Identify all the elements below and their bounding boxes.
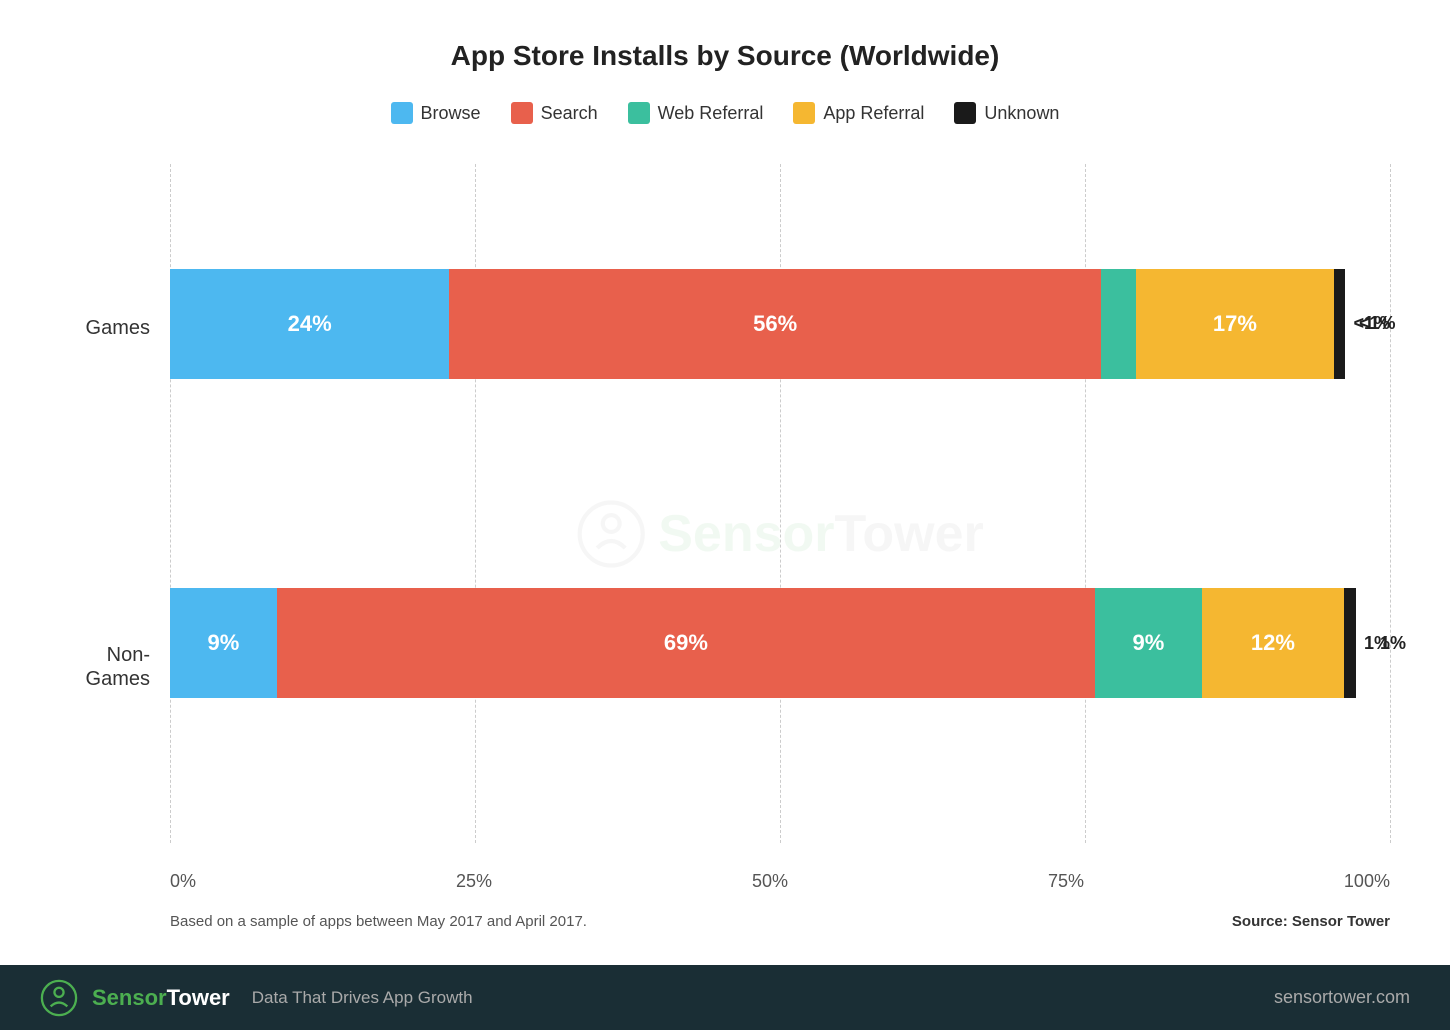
footer-brand-sensor: Sensor	[92, 985, 167, 1010]
bar-segment-app-referral: 17%	[1136, 269, 1334, 379]
bar-segment-web-referral	[1101, 269, 1136, 379]
legend-color	[954, 102, 976, 124]
legend-item-web-referral: Web Referral	[628, 102, 764, 124]
bars-rows: 24%56%17%<1%<1%9%69%9%12%1%1%	[170, 164, 1390, 863]
footnote-area: Based on a sample of apps between May 20…	[170, 903, 1390, 945]
bar-segment-web-referral: 9%	[1095, 588, 1202, 698]
legend-item-browse: Browse	[391, 102, 481, 124]
outside-label-0: <1%	[1359, 313, 1396, 334]
footer-brand-tower: Tower	[167, 985, 230, 1010]
x-tick-100: 100%	[1344, 871, 1390, 892]
chart-area: GamesNon-Games SensorTower	[60, 164, 1390, 903]
source: Source: Sensor Tower	[1232, 913, 1390, 930]
legend-item-unknown: Unknown	[954, 102, 1059, 124]
legend-color	[793, 102, 815, 124]
legend-item-search: Search	[511, 102, 598, 124]
bar-segment-browse: 9%	[170, 588, 277, 698]
chart-inner: GamesNon-Games SensorTower	[60, 164, 1390, 903]
bar-segment-search: 69%	[277, 588, 1095, 698]
legend-label: Unknown	[984, 103, 1059, 124]
chart-title: App Store Installs by Source (Worldwide)	[60, 40, 1390, 72]
y-label-games: Games	[60, 316, 150, 340]
stacked-bar-1: 9%69%9%12%1%	[170, 588, 1356, 698]
footer-logo-icon	[40, 979, 78, 1017]
bar-segment-unknown: 1%	[1344, 588, 1356, 698]
footer-url: sensortower.com	[1274, 987, 1410, 1008]
bar-segment-browse: 24%	[170, 269, 449, 379]
bars-area: SensorTower 24%56%17%<1%<1%9%69%9%12%1%1…	[170, 164, 1390, 903]
legend-color	[511, 102, 533, 124]
x-tick-75: 75%	[1048, 871, 1084, 892]
legend: Browse Search Web Referral App Referral …	[60, 102, 1390, 124]
legend-label: Browse	[421, 103, 481, 124]
footer-brand: SensorTower	[92, 985, 230, 1011]
bar-segment-unknown: <1%	[1334, 269, 1346, 379]
footer-tagline: Data That Drives App Growth	[252, 988, 473, 1008]
x-tick-25: 25%	[456, 871, 492, 892]
legend-color	[628, 102, 650, 124]
bar-row-0: 24%56% 17%<1%<1%	[170, 269, 1390, 379]
x-axis: 0% 25% 50% 75% 100%	[170, 863, 1390, 903]
legend-label: Web Referral	[658, 103, 764, 124]
bar-segment-app-referral: 12%	[1202, 588, 1344, 698]
stacked-bar-0: 24%56% 17%<1%	[170, 269, 1345, 379]
legend-label: App Referral	[823, 103, 924, 124]
y-labels: Games Non-Games	[60, 164, 170, 903]
legend-label: Search	[541, 103, 598, 124]
bar-segment-search: 56%	[449, 269, 1101, 379]
footer: SensorTower Data That Drives App Growth …	[0, 965, 1450, 1030]
legend-item-app-referral: App Referral	[793, 102, 924, 124]
x-tick-50: 50%	[752, 871, 788, 892]
y-label-non--games: Non-Games	[60, 643, 150, 691]
legend-color	[391, 102, 413, 124]
footnote: Based on a sample of apps between May 20…	[170, 913, 587, 930]
bar-row-1: 9%69%9%12%1%1%	[170, 588, 1390, 698]
chart-container: App Store Installs by Source (Worldwide)…	[0, 0, 1450, 965]
outside-label-1: 1%	[1380, 633, 1406, 654]
footer-left: SensorTower Data That Drives App Growth	[40, 979, 473, 1017]
x-tick-0: 0%	[170, 871, 196, 892]
grid-line-100	[1390, 164, 1391, 843]
